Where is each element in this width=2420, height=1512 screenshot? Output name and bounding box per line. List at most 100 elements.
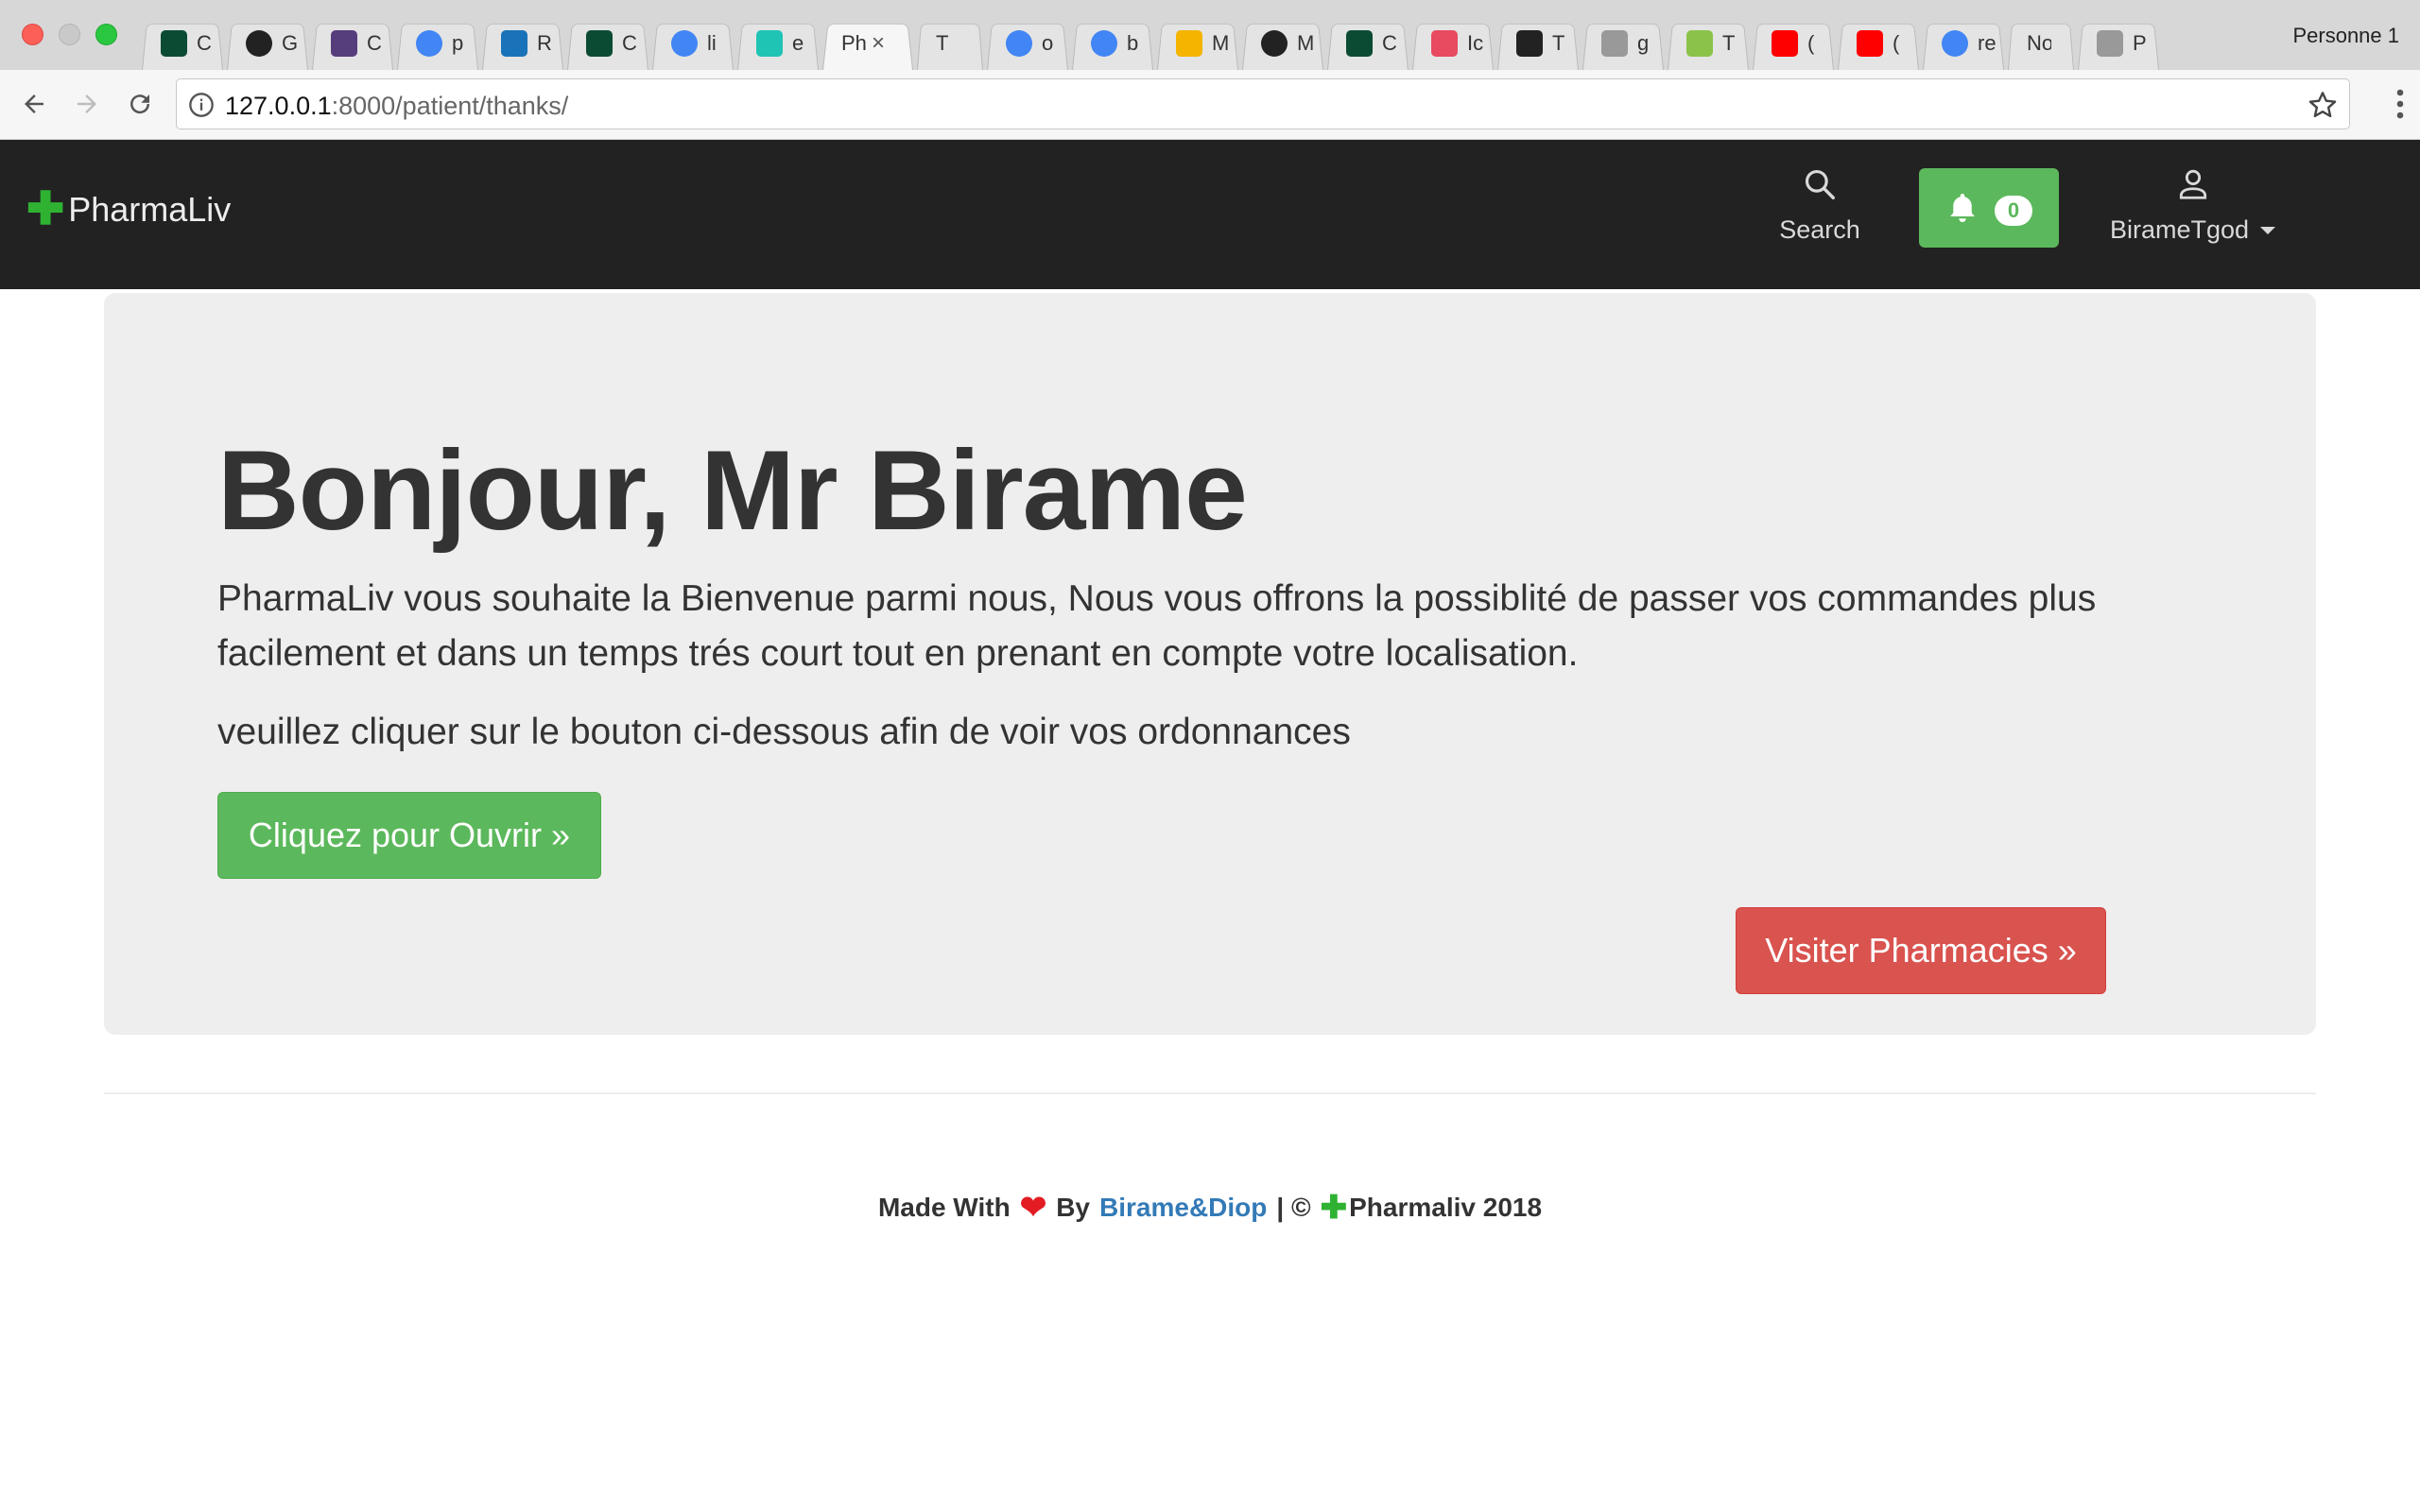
tab-title: C [622,31,637,55]
browser-tab[interactable]: C [142,17,223,70]
browser-tab[interactable]: T [917,17,983,70]
maximize-window-button[interactable] [95,24,117,45]
tab-title: re [1978,31,1996,55]
browser-tab[interactable]: ( [1838,17,1919,70]
username-label: BirameTgod [2110,215,2250,244]
browser-tab[interactable]: Ph × [822,17,913,70]
profile-label[interactable]: Personne 1 [2292,24,2399,48]
tab-title: li [707,31,717,55]
instruction-text: veuillez cliquer sur le bouton ci-dessou… [217,712,1351,752]
browser-tab[interactable]: G [227,17,308,70]
w3-icon [1686,30,1713,57]
browser-tab[interactable]: Nouv [2008,17,2074,70]
browser-tabs: C G Cp R Cli e Ph× To b M M C Ic Tg T ((re Nouv P [142,17,2163,70]
browser-tab[interactable]: e [737,17,819,70]
tab-title: b [1127,31,1139,55]
drive-icon [1176,30,1202,57]
tab-title: C [367,31,382,55]
brand-link[interactable]: ✚ PharmaLiv [26,187,231,232]
browser-tab[interactable]: g [1582,17,1664,70]
welcome-text: PharmaLiv vous souhaite la Bienvenue par… [217,578,2097,674]
youtube-icon [1772,30,1798,57]
footer-copyright: | © [1276,1193,1311,1222]
tab-title: g [1637,31,1650,55]
google-icon [1091,30,1117,57]
authors-link[interactable]: Birame&Diop [1099,1193,1267,1223]
open-prescriptions-button[interactable]: Cliquez pour Ouvrir » [217,792,601,879]
notifications-button[interactable]: 0 [1919,168,2059,248]
tab-title: T [936,31,949,55]
bookmark-star-icon[interactable] [2308,90,2338,120]
address-bar[interactable]: 127.0.0.1:8000/patient/thanks/ [176,78,2350,129]
tab-title: R [537,31,552,55]
browser-tab[interactable]: b [1072,17,1153,70]
tab-title: o [1042,31,1054,55]
lines-icon [1431,30,1458,57]
close-tab-icon[interactable]: × [872,30,885,57]
browser-tab[interactable]: Ic [1412,17,1494,70]
reload-button[interactable] [119,83,161,125]
visit-pharmacies-button[interactable]: Visiter Pharmacies » [1736,907,2106,994]
google-icon [1006,30,1032,57]
browser-tab[interactable]: re [1923,17,2004,70]
tab-title: M [1297,31,1315,55]
tab-title: Ic [1467,31,1484,55]
brand-name: PharmaLiv [68,190,232,229]
tab-title: P [2133,31,2147,55]
tab-title: Nouv [2027,31,2051,55]
footer-by: By [1056,1193,1090,1222]
url-path: :8000/patient/thanks/ [331,92,569,120]
footer-brand-year: Pharmaliv 2018 [1349,1193,1543,1222]
search-label: Search [1779,215,1860,244]
doc-icon [2097,30,2123,57]
pharmacy-cross-icon: ✚ [1320,1190,1348,1226]
footer: Made With ❤ By Birame&Diop | © ✚ Pharmal… [0,1189,2420,1227]
minimize-window-button[interactable] [59,24,80,45]
youtube-icon [1857,30,1883,57]
arrow-right-icon [78,94,96,113]
django-icon [1346,30,1373,57]
more-options-icon[interactable] [2395,87,2405,121]
back-button[interactable] [13,83,55,125]
browser-tab-bar: C G Cp R Cli e Ph× To b M M C Ic Tg T ((re Nouv P Personn… [0,0,2420,70]
v-icon [1516,30,1543,57]
forward-button[interactable] [66,83,108,125]
browser-tab[interactable]: T [1497,17,1579,70]
browser-tab[interactable]: p [397,17,478,70]
chevron-down-icon [2260,226,2276,234]
info-icon[interactable] [188,92,215,118]
browser-tab[interactable]: T [1668,17,1749,70]
browser-tab[interactable]: C [1327,17,1409,70]
close-window-button[interactable] [22,24,43,45]
browser-tab[interactable]: M [1157,17,1238,70]
url-host: 127.0.0.1 [225,92,332,120]
browser-tab[interactable]: M [1242,17,1323,70]
browser-tab[interactable]: o [987,17,1068,70]
user-dropdown[interactable]: BirameTgod [2110,166,2276,245]
browser-tab[interactable]: C [312,17,393,70]
browser-tab[interactable]: ( [1753,17,1834,70]
url-text[interactable]: 127.0.0.1:8000/patient/thanks/ [225,92,568,121]
github-icon [1261,30,1288,57]
footer-made-with: Made With [877,1193,1011,1222]
github-icon [246,30,272,57]
browser-tab[interactable]: P [2078,17,2159,70]
site-navbar: ✚ PharmaLiv Search 0 BirameTgod [0,140,2420,289]
search-nav-link[interactable]: Search [1758,166,1881,245]
bell-icon [1950,194,1975,222]
browser-tab[interactable]: R [482,17,563,70]
welcome-jumbotron: Bonjour, Mr Birame PharmaLiv vous souhai… [104,293,2316,1035]
google-icon [671,30,698,57]
tab-title: p [452,31,464,55]
tab-title: M [1212,31,1230,55]
browser-tab[interactable]: li [652,17,734,70]
pharmacy-cross-icon: ✚ [26,184,65,234]
arrow-left-icon [25,94,43,113]
divider [104,1092,2316,1094]
tab-title: G [282,31,299,55]
notification-count-badge: 0 [1995,196,2032,226]
browser-toolbar: 127.0.0.1:8000/patient/thanks/ [0,70,2420,140]
user-icon [2179,169,2206,199]
browser-tab[interactable]: C [567,17,648,70]
tab-title: T [1552,31,1565,55]
